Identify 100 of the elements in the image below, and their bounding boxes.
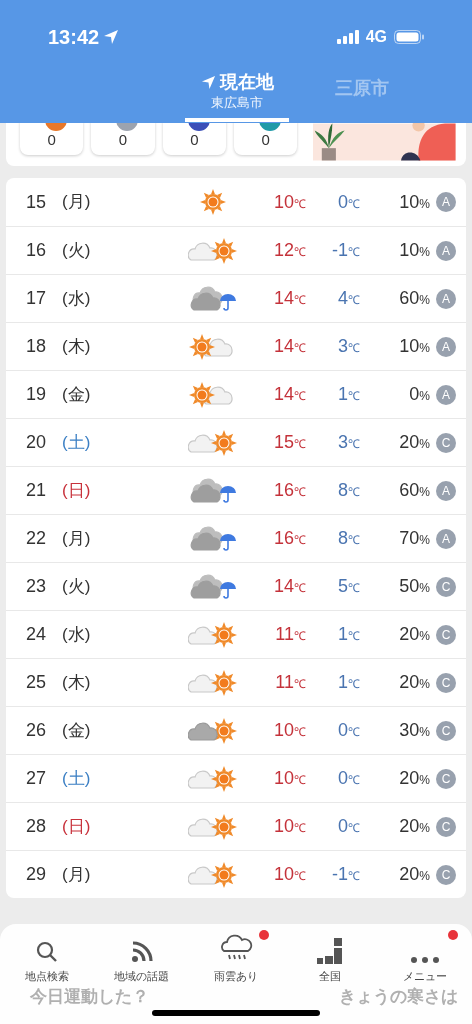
low-temp: 0℃ [337,767,360,790]
high-temp: 11℃ [274,623,306,646]
signal-icon [336,30,359,44]
rain-chance: 60% [398,287,430,310]
weekday-label: (火) [62,575,92,598]
reliability-badge: A [436,480,456,501]
card-title: きょうの寒さは [339,987,458,1007]
nav-tab[interactable]: メニュー [377,930,472,985]
reliability-badge: A [436,240,456,261]
weekday-label: (月) [62,863,92,886]
battery-icon [394,30,424,44]
weekday-label: (日) [62,815,92,838]
counter-value: 0 [190,131,199,150]
low-temp: 0℃ [337,190,360,214]
reliability-badge: C [436,816,456,837]
reliability-badge: C [436,432,456,453]
rain-chance: 30% [398,719,430,742]
more-icon [409,956,440,964]
high-temp: 10℃ [272,767,306,790]
counter-value: 0 [261,131,270,150]
location-arrow-icon [200,75,216,90]
reliability-badge: C [436,576,456,597]
low-temp: 3℃ [337,431,360,454]
date-label: 23 [26,575,48,598]
rain-chance: 20% [398,815,430,838]
nav-tab[interactable]: 地域の話題 [94,930,189,985]
rain-chance: 20% [398,767,430,790]
rain-chance: 20% [398,671,430,694]
date-label: 21 [26,479,48,502]
rain-chance: 10% [398,335,430,358]
weekday-label: (水) [62,287,92,310]
high-temp: 14℃ [272,575,306,598]
date-label: 17 [26,287,48,310]
weekday-label: (水) [62,623,92,646]
rain-chance: 70% [398,527,430,550]
reliability-badge: C [436,768,456,789]
date-label: 20 [26,431,48,454]
weekday-label: (日) [62,479,92,502]
weekday-label: (火) [62,239,92,262]
weekday-label: (月) [62,527,92,550]
weekday-label: (木) [62,335,92,358]
high-temp: 11℃ [274,671,306,694]
high-temp: 14℃ [272,287,306,310]
date-label: 18 [26,335,48,358]
card-title: 今日運動した？ [30,987,149,1007]
rain-chance: 10% [398,190,430,214]
low-temp: 5℃ [337,575,360,598]
nav-tab[interactable]: 地点検索 [0,930,95,985]
status-time: 13:42 [48,25,100,50]
high-temp: 16℃ [272,479,306,502]
weekday-label: (月) [62,191,92,214]
date-label: 29 [26,863,48,886]
high-temp: 15℃ [272,431,306,454]
rain-chance: 10% [398,239,430,262]
japan-map-icon [317,938,344,964]
date-label: 26 [26,719,48,742]
low-temp: -1℃ [331,239,360,262]
nav-tab[interactable]: 雨雲あり [188,930,284,985]
rain-chance: 60% [398,479,430,502]
weekday-label: (土) [62,431,92,454]
high-temp: 10℃ [272,815,306,838]
low-temp: 1℃ [337,383,360,406]
low-temp: 4℃ [337,287,360,310]
rain-chance: 20% [398,863,430,886]
high-temp: 10℃ [272,190,306,214]
weekday-label: (金) [62,719,92,742]
reliability-badge: A [436,384,456,405]
date-label: 28 [26,815,48,838]
weekday-label: (金) [62,383,92,406]
weekday-label: (土) [62,767,92,790]
low-temp: 0℃ [337,815,360,838]
high-temp: 14℃ [272,383,306,406]
date-label: 16 [26,239,48,262]
low-temp: 1℃ [337,671,360,694]
date-label: 27 [26,767,48,790]
reliability-badge: A [436,288,456,309]
low-temp: 8℃ [337,527,360,550]
reliability-badge: C [436,720,456,741]
rain-chance: 20% [398,431,430,454]
network-label: 4G [365,27,387,47]
reliability-badge: A [436,192,456,212]
nav-tab[interactable]: 全国 [283,930,378,985]
low-temp: 0℃ [337,719,360,742]
high-temp: 14℃ [272,335,306,358]
date-label: 15 [26,190,48,214]
feed-icon [129,940,154,964]
low-temp: 8℃ [337,479,360,502]
reliability-badge: A [436,336,456,357]
high-temp: 10℃ [272,863,306,886]
low-temp: -1℃ [331,863,360,886]
location-arrow-icon [103,29,120,45]
high-temp: 10℃ [272,719,306,742]
rain-chance: 50% [398,575,430,598]
high-temp: 16℃ [272,527,306,550]
low-temp: 3℃ [337,335,360,358]
reliability-badge: C [436,624,456,645]
rain-chance: 20% [398,623,430,646]
date-label: 19 [26,383,48,406]
reliability-badge: A [436,528,456,549]
reliability-badge: C [436,864,456,885]
